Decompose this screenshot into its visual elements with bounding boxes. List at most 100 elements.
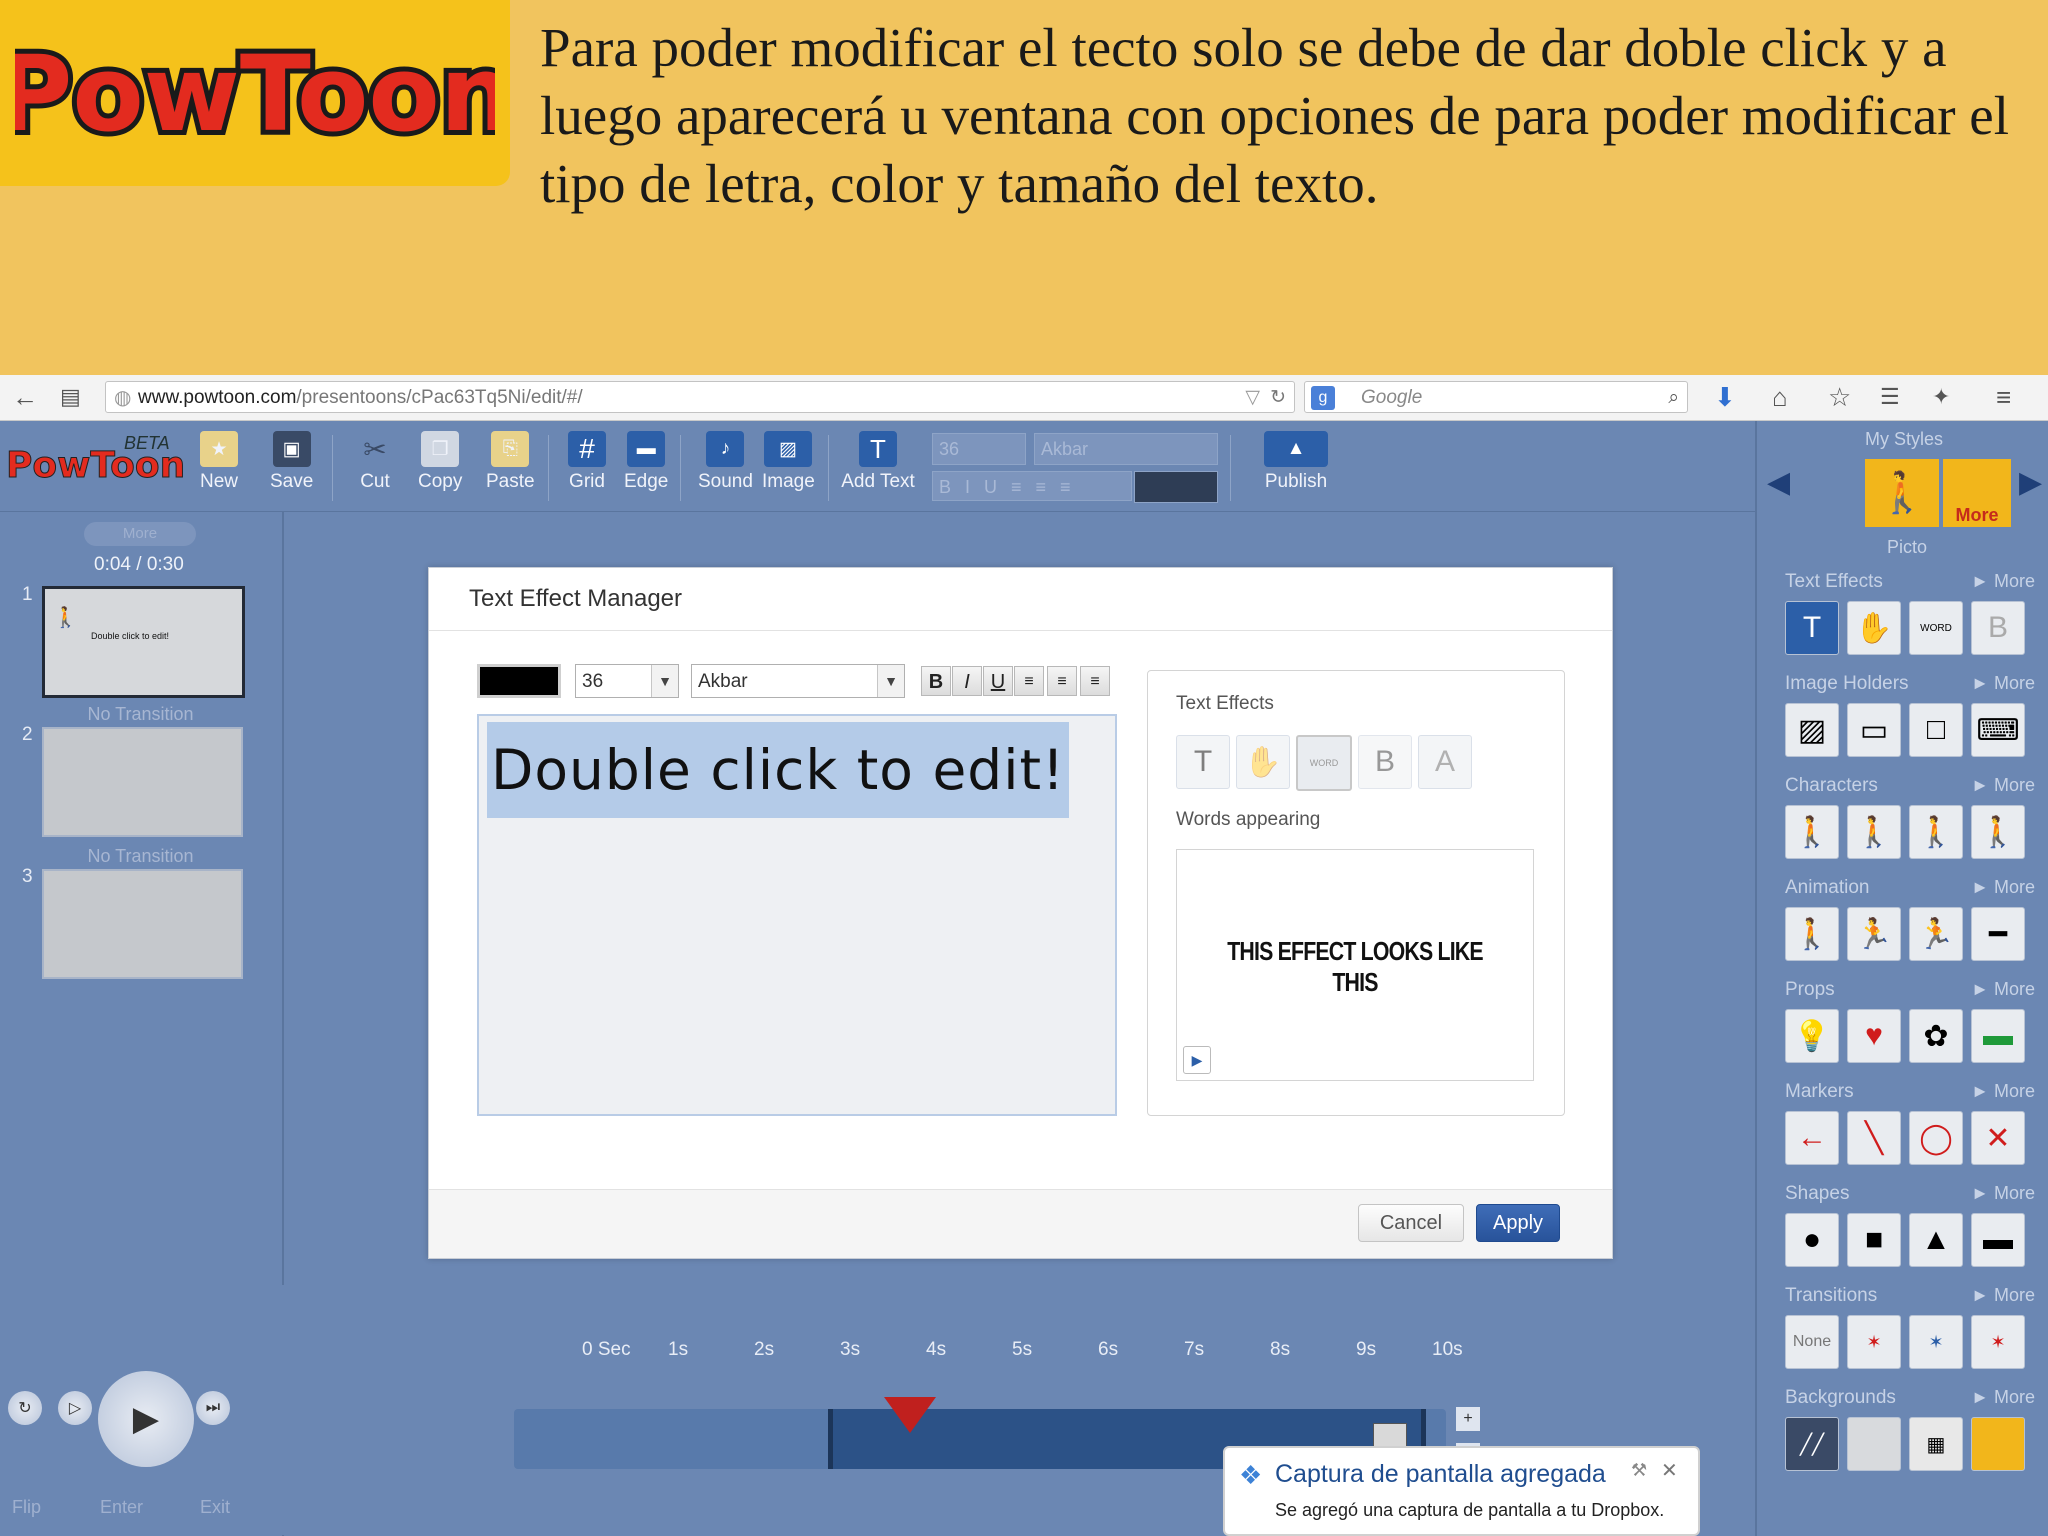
text-effect-tile[interactable]: T	[1785, 601, 1839, 655]
align-right-button[interactable]: ≡	[1080, 666, 1110, 696]
transition-label[interactable]: No Transition	[42, 704, 239, 725]
hand-effect-tile[interactable]: ✋	[1847, 601, 1901, 655]
bookmark-star-icon[interactable]: ☆	[1828, 383, 1851, 411]
background-tile[interactable]: ╱╱	[1785, 1417, 1839, 1471]
playhead-marker[interactable]	[884, 1397, 936, 1433]
text-color-picker[interactable]	[477, 664, 561, 698]
zoom-slider[interactable]: More	[84, 522, 196, 546]
play-preview-icon[interactable]: ▶	[1183, 1046, 1211, 1074]
hand-effect-option[interactable]: ✋	[1236, 735, 1290, 789]
rectangle-shape-icon[interactable]: ▬	[1971, 1213, 2025, 1267]
prev-style-icon[interactable]: ◀	[1767, 465, 1790, 500]
more-link[interactable]: ► More	[1971, 979, 2035, 1000]
more-link[interactable]: ► More	[1971, 877, 2035, 898]
search-icon[interactable]: ⌕	[1668, 382, 1679, 414]
circle-shape-icon[interactable]: ●	[1785, 1213, 1839, 1267]
animation-icon[interactable]: ━	[1971, 907, 2025, 961]
sound-button[interactable]: ♪ Sound	[698, 431, 753, 493]
step-back-icon[interactable]: ▷	[58, 1391, 92, 1425]
reload-icon[interactable]: ↻	[1270, 382, 1286, 414]
reading-list-icon[interactable]: ☰	[1880, 383, 1900, 411]
underline-button[interactable]: U	[983, 666, 1013, 696]
line-marker-icon[interactable]: ╲	[1847, 1111, 1901, 1165]
font-name-select[interactable]: Akbar	[1034, 433, 1218, 465]
more-link[interactable]: ► More	[1971, 1387, 2035, 1408]
character-icon[interactable]: 🚶	[1847, 805, 1901, 859]
save-button[interactable]: ▣ Save	[270, 431, 313, 493]
font-family-dropdown[interactable]: Akbar ▼	[691, 664, 905, 698]
more-link[interactable]: ► More	[1971, 1285, 2035, 1306]
text-editor-area[interactable]: Double click to edit!	[477, 714, 1117, 1116]
edge-button[interactable]: ▬ Edge	[624, 431, 668, 493]
font-size-dropdown[interactable]: 36 ▼	[575, 664, 679, 698]
more-link[interactable]: ► More	[1971, 1183, 2035, 1204]
circle-marker-icon[interactable]: ◯	[1909, 1111, 1963, 1165]
word-effect-tile[interactable]: WORD	[1909, 601, 1963, 655]
monitor-icon[interactable]: ▭	[1847, 703, 1901, 757]
lightbulb-icon[interactable]: 💡	[1785, 1009, 1839, 1063]
dropdown-icon[interactable]: ▽	[1245, 382, 1260, 414]
triangle-shape-icon[interactable]: ▲	[1909, 1213, 1963, 1267]
animation-icon[interactable]: 🚶	[1785, 907, 1839, 961]
download-icon[interactable]: ⬇	[1714, 383, 1736, 411]
word-effect-option[interactable]: B	[1358, 735, 1412, 789]
square-shape-icon[interactable]: ■	[1847, 1213, 1901, 1267]
text-color-swatch[interactable]	[1134, 471, 1218, 503]
new-button[interactable]: ★ New	[200, 431, 238, 493]
money-icon[interactable]: ▬	[1971, 1009, 2025, 1063]
menu-icon[interactable]: ≡	[1996, 383, 2011, 411]
character-icon[interactable]: 🚶	[1909, 805, 1963, 859]
skip-end-icon[interactable]: ⏭	[196, 1391, 230, 1425]
photo-frame-icon[interactable]: ▨	[1785, 703, 1839, 757]
editor-text[interactable]: Double click to edit!	[487, 722, 1070, 818]
animation-icon[interactable]: 🏃	[1847, 907, 1901, 961]
arrow-marker-icon[interactable]: ←	[1785, 1111, 1839, 1165]
format-buttons[interactable]: BIU≡≡≡	[932, 471, 1132, 501]
word-effect-option[interactable]: WORD	[1296, 735, 1352, 791]
background-tile[interactable]	[1971, 1417, 2025, 1471]
italic-button[interactable]: I	[952, 666, 982, 696]
history-icon[interactable]: ▤	[60, 383, 81, 411]
x-marker-icon[interactable]: ✕	[1971, 1111, 2025, 1165]
extension-icon[interactable]: ✦	[1932, 383, 1950, 411]
back-icon[interactable]: ←	[12, 383, 38, 411]
more-styles-tile[interactable]: More	[1943, 459, 2011, 527]
more-link[interactable]: ► More	[1971, 775, 2035, 796]
tv-icon[interactable]: □	[1909, 703, 1963, 757]
image-button[interactable]: ▨ Image	[762, 431, 815, 493]
apply-button[interactable]: Apply	[1476, 1204, 1560, 1242]
play-button[interactable]: ▶	[98, 1371, 194, 1467]
slide-thumbnail-1[interactable]: 🚶 Double click to edit!	[42, 586, 245, 698]
home-icon[interactable]: ⌂	[1772, 383, 1788, 411]
paste-button[interactable]: ⎘ Paste	[486, 431, 535, 493]
slide-thumbnail-2[interactable]	[42, 727, 243, 837]
transition-label[interactable]: No Transition	[42, 846, 239, 867]
copy-button[interactable]: ❐ Copy	[418, 431, 462, 493]
publish-button[interactable]: ▲ Publish	[1260, 431, 1332, 493]
character-icon[interactable]: 🚶	[1785, 805, 1839, 859]
more-link[interactable]: ► More	[1971, 1081, 2035, 1102]
flower-icon[interactable]: ✿	[1909, 1009, 1963, 1063]
font-size-select[interactable]: 36	[932, 433, 1026, 465]
word-effect-tile[interactable]: B	[1971, 601, 2025, 655]
background-tile[interactable]	[1847, 1417, 1901, 1471]
cancel-button[interactable]: Cancel	[1358, 1204, 1464, 1242]
settings-icon[interactable]: ⚒	[1631, 1460, 1647, 1481]
bold-button[interactable]: B	[921, 666, 951, 696]
align-center-button[interactable]: ≡	[1047, 666, 1077, 696]
transition-tile[interactable]: ✶	[1847, 1315, 1901, 1369]
next-style-icon[interactable]: ▶	[2019, 465, 2042, 500]
more-link[interactable]: ► More	[1971, 571, 2035, 592]
close-icon[interactable]: ✕	[1661, 1458, 1678, 1483]
grid-button[interactable]: # Grid	[568, 431, 606, 493]
character-icon[interactable]: 🚶	[1971, 805, 2025, 859]
picto-style-tile[interactable]: 🚶	[1865, 459, 1939, 527]
transition-none-tile[interactable]: None	[1785, 1315, 1839, 1369]
zoom-in-icon[interactable]: +	[1456, 1407, 1480, 1431]
laptop-icon[interactable]: ⌨	[1971, 703, 2025, 757]
add-text-button[interactable]: T Add Text	[840, 431, 916, 493]
address-bar[interactable]: ◍ www.powtoon.com/presentoons/cPac63Tq5N…	[105, 381, 1295, 413]
align-left-button[interactable]: ≡	[1014, 666, 1044, 696]
cut-button[interactable]: ✂ Cut	[356, 431, 394, 493]
transition-tile[interactable]: ✶	[1971, 1315, 2025, 1369]
